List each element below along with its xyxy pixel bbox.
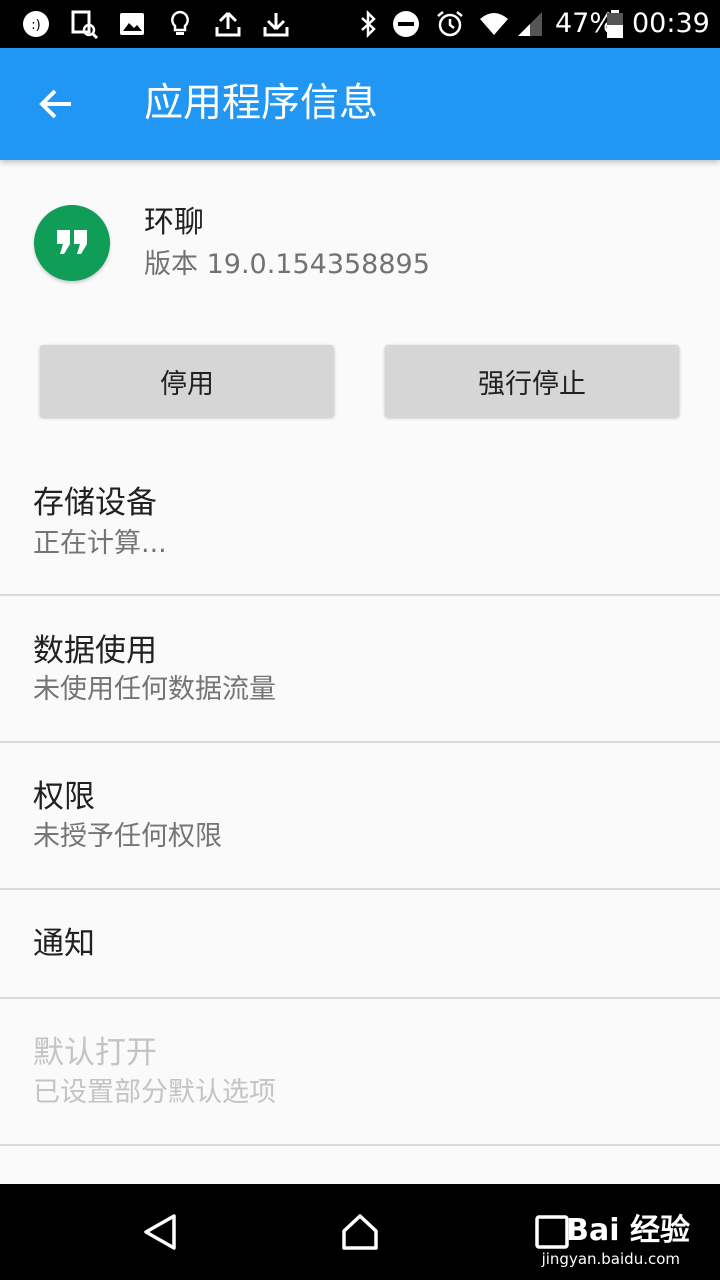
home-icon [342,1214,378,1250]
back-button[interactable] [24,80,88,128]
permissions-item[interactable]: 权限 未授予任何权限 [0,743,720,888]
disable-button[interactable]: 停用 [40,345,334,417]
download-icon [260,8,292,40]
item-summary: 未使用任何数据流量 [33,674,276,705]
upload-icon [212,8,244,40]
app-version: 版本 19.0.154358895 [144,249,430,280]
item-title: 数据使用 [33,633,157,669]
hangouts-app-icon [34,205,110,281]
item-summary: 正在计算... [33,528,167,559]
back-arrow-icon [39,89,71,119]
app-bar: 应用程序信息 [0,48,720,160]
watermark-logo: Bai 经验 [566,1213,690,1248]
wifi-icon [478,8,510,40]
item-summary: 未授予任何权限 [33,821,222,852]
status-bar: :) 47% 00:39 [0,0,720,48]
item-title: 默认打开 [33,1035,157,1071]
navigation-bar: Bai 经验 jingyan.baidu.com [0,1184,720,1280]
screenshot-search-icon [68,8,100,40]
triangle-back-icon [144,1214,176,1250]
notifications-item[interactable]: 通知 [0,890,720,997]
battery-icon [604,8,626,40]
item-title: 通知 [33,926,95,962]
item-title: 权限 [33,779,95,815]
messenger-icon: :) [20,8,52,40]
item-title: 存储设备 [33,485,157,521]
signal-icon [514,8,546,40]
data-usage-item[interactable]: 数据使用 未使用任何数据流量 [0,596,720,741]
image-icon [116,8,148,40]
clock: 00:39 [632,8,710,39]
lightbulb-icon [164,8,196,40]
svg-text::): :) [31,18,40,33]
force-stop-button[interactable]: 强行停止 [385,345,679,417]
item-summary: 已设置部分默认选项 [33,1077,276,1108]
alarm-icon [434,8,466,40]
nav-back-button[interactable] [128,1202,192,1262]
do-not-disturb-icon [390,8,422,40]
nav-home-button[interactable] [328,1202,392,1262]
divider [0,1144,720,1146]
storage-item[interactable]: 存储设备 正在计算... [0,448,720,594]
watermark-url: jingyan.baidu.com [541,1250,680,1268]
app-name: 环聊 [144,205,204,240]
open-by-default-item: 默认打开 已设置部分默认选项 [0,999,720,1144]
bluetooth-icon [352,8,384,40]
page-title: 应用程序信息 [144,81,379,126]
